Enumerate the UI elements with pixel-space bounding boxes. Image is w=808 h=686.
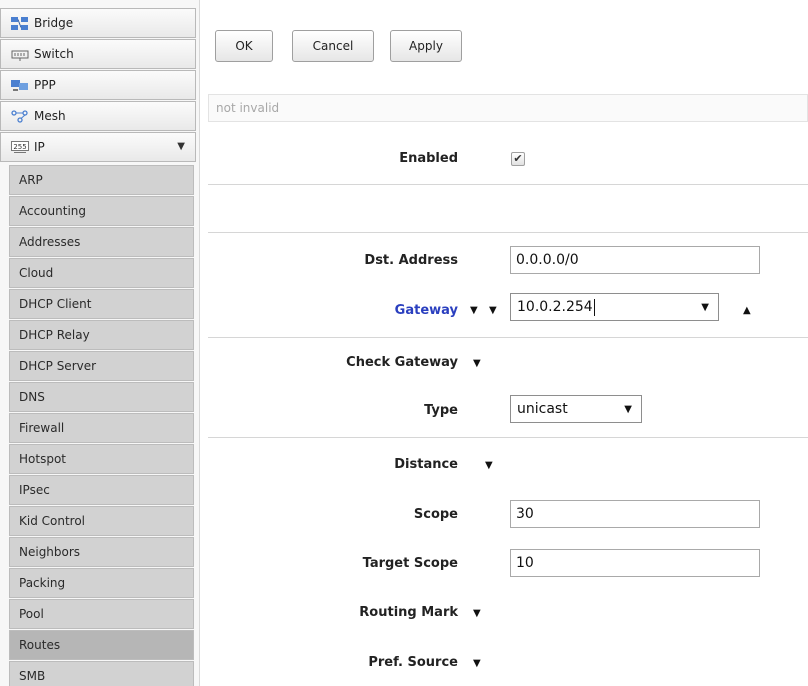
bridge-icon bbox=[11, 16, 28, 30]
sidebar-item-kid-control[interactable]: Kid Control bbox=[9, 506, 194, 536]
sidebar-item-label: Pool bbox=[19, 607, 44, 621]
sidebar-item-label: Accounting bbox=[19, 204, 87, 218]
sidebar-item-label: Packing bbox=[19, 576, 66, 590]
sidebar-item-label: PPP bbox=[34, 78, 56, 92]
divider bbox=[208, 184, 808, 185]
sidebar-item-packing[interactable]: Packing bbox=[9, 568, 194, 598]
remove-gateway-icon[interactable]: ▲ bbox=[743, 305, 751, 317]
distance-expand-icon[interactable]: ▼ bbox=[485, 460, 493, 472]
sidebar-item-mesh[interactable]: Mesh bbox=[0, 101, 196, 131]
apply-button[interactable]: Apply bbox=[390, 30, 462, 62]
sidebar-item-label: Switch bbox=[34, 47, 74, 61]
enabled-checkbox[interactable]: ✔ bbox=[511, 152, 525, 166]
type-select[interactable]: unicast ▼ bbox=[510, 395, 642, 423]
sidebar-item-pool[interactable]: Pool bbox=[9, 599, 194, 629]
target-scope-input[interactable]: 10 bbox=[510, 549, 760, 577]
sidebar-item-label: IPsec bbox=[19, 483, 50, 497]
sidebar-item-label: Mesh bbox=[34, 109, 66, 123]
sidebar-item-ip[interactable]: 255 IP ▼ bbox=[0, 132, 196, 162]
sidebar-item-label: Bridge bbox=[34, 16, 74, 30]
sidebar-item-accounting[interactable]: Accounting bbox=[9, 196, 194, 226]
sidebar-item-label: DHCP Client bbox=[19, 297, 92, 311]
sidebar-item-label: SMB bbox=[19, 669, 46, 683]
sidebar-item-addresses[interactable]: Addresses bbox=[9, 227, 194, 257]
status-bar: not invalid bbox=[208, 94, 808, 122]
distance-label: Distance bbox=[394, 457, 458, 472]
ok-button[interactable]: OK bbox=[215, 30, 273, 62]
dropdown-arrow-icon: ▼ bbox=[624, 404, 632, 415]
sidebar-item-label: Routes bbox=[19, 638, 61, 652]
sidebar-item-cloud[interactable]: Cloud bbox=[9, 258, 194, 288]
sidebar-item-bridge[interactable]: Bridge bbox=[0, 8, 196, 38]
dst-address-label: Dst. Address bbox=[364, 253, 458, 268]
gateway-select[interactable]: 10.0.2.254 ▼ bbox=[510, 293, 719, 321]
sidebar-item-label: DHCP Relay bbox=[19, 328, 90, 342]
sidebar-item-switch[interactable]: Switch bbox=[0, 39, 196, 69]
dropdown-arrow-icon: ▼ bbox=[701, 302, 709, 313]
pref-source-expand-icon[interactable]: ▼ bbox=[473, 658, 481, 670]
sidebar-item-dhcp-server[interactable]: DHCP Server bbox=[9, 351, 194, 381]
sidebar-item-ipsec[interactable]: IPsec bbox=[9, 475, 194, 505]
sidebar-item-label: Addresses bbox=[19, 235, 81, 249]
type-value: unicast bbox=[517, 401, 568, 417]
sidebar-item-label: Neighbors bbox=[19, 545, 81, 559]
gateway-collapse-icon[interactable]: ▼ bbox=[489, 305, 497, 317]
scope-input[interactable]: 30 bbox=[510, 500, 760, 528]
sidebar: Bridge Switch PPP Mesh 255 IP ▼ ARP Acco… bbox=[0, 0, 200, 686]
type-label: Type bbox=[424, 403, 458, 418]
sidebar-item-label: Kid Control bbox=[19, 514, 86, 528]
sidebar-item-dhcp-client[interactable]: DHCP Client bbox=[9, 289, 194, 319]
sidebar-item-label: Firewall bbox=[19, 421, 65, 435]
routing-mark-label: Routing Mark bbox=[359, 605, 458, 620]
check-gateway-label: Check Gateway bbox=[346, 355, 458, 370]
sidebar-item-label: DNS bbox=[19, 390, 45, 404]
gateway-label: Gateway bbox=[394, 303, 458, 318]
mesh-icon bbox=[11, 109, 28, 123]
cancel-button[interactable]: Cancel bbox=[292, 30, 374, 62]
ppp-icon bbox=[11, 79, 28, 91]
pref-source-label: Pref. Source bbox=[368, 655, 458, 670]
enabled-label: Enabled bbox=[399, 151, 458, 166]
chevron-down-icon[interactable]: ▼ bbox=[177, 141, 185, 152]
sidebar-item-ppp[interactable]: PPP bbox=[0, 70, 196, 100]
sidebar-item-neighbors[interactable]: Neighbors bbox=[9, 537, 194, 567]
divider bbox=[208, 437, 808, 438]
sidebar-item-dhcp-relay[interactable]: DHCP Relay bbox=[9, 320, 194, 350]
sidebar-item-firewall[interactable]: Firewall bbox=[9, 413, 194, 443]
sidebar-item-label: IP bbox=[34, 140, 45, 154]
gateway-value: 10.0.2.254 bbox=[517, 299, 593, 315]
scope-label: Scope bbox=[413, 507, 458, 522]
sidebar-item-label: ARP bbox=[19, 173, 43, 187]
ip-icon: 255 bbox=[11, 140, 29, 153]
sidebar-item-routes[interactable]: Routes bbox=[9, 630, 194, 660]
dst-address-input[interactable]: 0.0.0.0/0 bbox=[510, 246, 760, 274]
sidebar-item-arp[interactable]: ARP bbox=[9, 165, 194, 195]
check-gateway-expand-icon[interactable]: ▼ bbox=[473, 358, 481, 370]
sidebar-item-label: Hotspot bbox=[19, 452, 66, 466]
sidebar-item-smb[interactable]: SMB bbox=[9, 661, 194, 686]
sidebar-item-dns[interactable]: DNS bbox=[9, 382, 194, 412]
route-form-panel: OK Cancel Apply not invalid Enabled ✔ Ds… bbox=[200, 0, 808, 686]
status-text: not invalid bbox=[216, 101, 280, 115]
svg-text:255: 255 bbox=[13, 143, 26, 151]
gateway-expand-icon[interactable]: ▼ bbox=[470, 305, 478, 317]
target-scope-label: Target Scope bbox=[362, 556, 458, 571]
routing-mark-expand-icon[interactable]: ▼ bbox=[473, 608, 481, 620]
switch-icon bbox=[11, 50, 29, 61]
sidebar-item-hotspot[interactable]: Hotspot bbox=[9, 444, 194, 474]
divider bbox=[208, 337, 808, 338]
sidebar-item-label: Cloud bbox=[19, 266, 54, 280]
sidebar-item-label: DHCP Server bbox=[19, 359, 97, 373]
divider bbox=[208, 232, 808, 233]
text-caret bbox=[593, 298, 595, 316]
